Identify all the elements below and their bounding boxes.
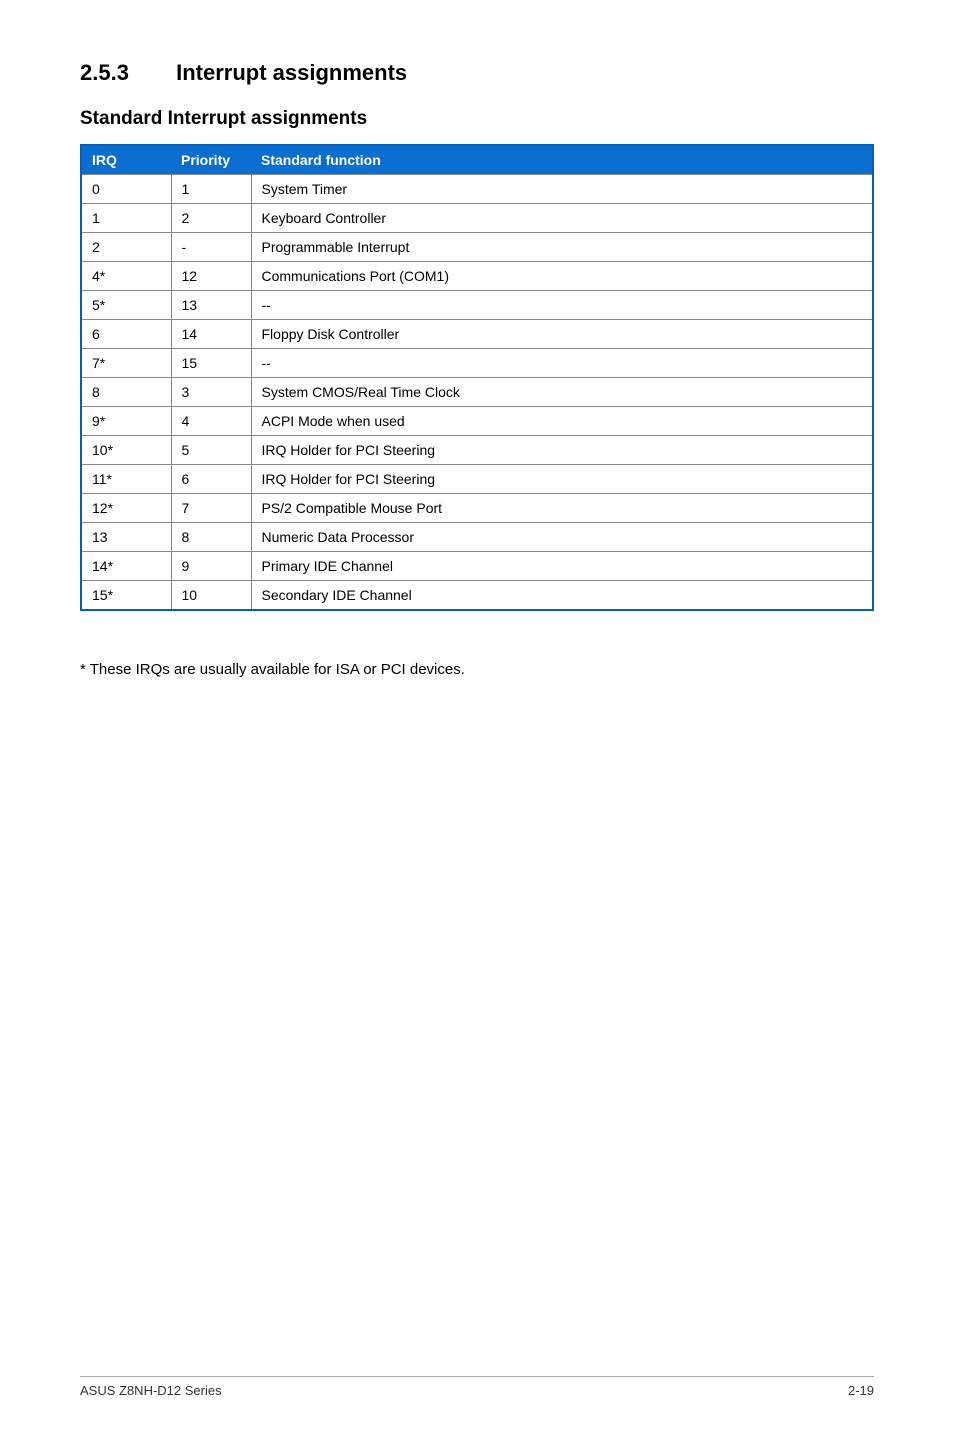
cell-priority: 6 [171, 465, 251, 494]
cell-irq: 10* [81, 436, 171, 465]
table-row: 614Floppy Disk Controller [81, 320, 873, 349]
table-row: 14*9Primary IDE Channel [81, 552, 873, 581]
cell-function: -- [251, 291, 873, 320]
sub-heading: Standard Interrupt assignments [80, 108, 874, 130]
table-row: 11*6IRQ Holder for PCI Steering [81, 465, 873, 494]
cell-irq: 15* [81, 581, 171, 611]
cell-priority: 1 [171, 175, 251, 204]
cell-priority: 7 [171, 494, 251, 523]
header-function: Standard function [251, 145, 873, 175]
table-row: 83System CMOS/Real Time Clock [81, 378, 873, 407]
table-row: 2-Programmable Interrupt [81, 233, 873, 262]
cell-priority: 13 [171, 291, 251, 320]
cell-priority: 4 [171, 407, 251, 436]
table-header-row: IRQ Priority Standard function [81, 145, 873, 175]
cell-function: IRQ Holder for PCI Steering [251, 436, 873, 465]
table-row: 5*13-- [81, 291, 873, 320]
cell-irq: 8 [81, 378, 171, 407]
table-row: 9*4ACPI Mode when used [81, 407, 873, 436]
cell-priority: 8 [171, 523, 251, 552]
table-row: 10*5IRQ Holder for PCI Steering [81, 436, 873, 465]
cell-priority: - [171, 233, 251, 262]
cell-priority: 2 [171, 204, 251, 233]
cell-function: Primary IDE Channel [251, 552, 873, 581]
cell-priority: 15 [171, 349, 251, 378]
header-irq: IRQ [81, 145, 171, 175]
cell-priority: 5 [171, 436, 251, 465]
cell-priority: 3 [171, 378, 251, 407]
cell-irq: 1 [81, 204, 171, 233]
cell-priority: 14 [171, 320, 251, 349]
cell-irq: 2 [81, 233, 171, 262]
cell-irq: 13 [81, 523, 171, 552]
cell-function: Numeric Data Processor [251, 523, 873, 552]
cell-irq: 14* [81, 552, 171, 581]
table-row: 12*7PS/2 Compatible Mouse Port [81, 494, 873, 523]
cell-function: PS/2 Compatible Mouse Port [251, 494, 873, 523]
cell-function: Secondary IDE Channel [251, 581, 873, 611]
cell-irq: 12* [81, 494, 171, 523]
page-footer: ASUS Z8NH-D12 Series 2-19 [80, 1376, 874, 1398]
header-priority: Priority [171, 145, 251, 175]
table-row: 15*10Secondary IDE Channel [81, 581, 873, 611]
section-heading: 2.5.3 Interrupt assignments [80, 60, 874, 86]
footer-left: ASUS Z8NH-D12 Series [80, 1383, 222, 1398]
section-title: Interrupt assignments [176, 60, 407, 85]
cell-irq: 11* [81, 465, 171, 494]
cell-function: -- [251, 349, 873, 378]
table-row: 138Numeric Data Processor [81, 523, 873, 552]
cell-function: System Timer [251, 175, 873, 204]
cell-function: System CMOS/Real Time Clock [251, 378, 873, 407]
cell-priority: 10 [171, 581, 251, 611]
table-row: 01System Timer [81, 175, 873, 204]
section-number: 2.5.3 [80, 60, 170, 86]
cell-irq: 5* [81, 291, 171, 320]
irq-table: IRQ Priority Standard function 01System … [80, 144, 874, 611]
table-row: 12Keyboard Controller [81, 204, 873, 233]
cell-irq: 6 [81, 320, 171, 349]
cell-priority: 12 [171, 262, 251, 291]
cell-irq: 4* [81, 262, 171, 291]
cell-function: Floppy Disk Controller [251, 320, 873, 349]
cell-function: ACPI Mode when used [251, 407, 873, 436]
footer-right: 2-19 [848, 1383, 874, 1398]
cell-function: Programmable Interrupt [251, 233, 873, 262]
footnote: * These IRQs are usually available for I… [80, 661, 874, 678]
cell-function: IRQ Holder for PCI Steering [251, 465, 873, 494]
table-row: 7*15-- [81, 349, 873, 378]
table-row: 4*12Communications Port (COM1) [81, 262, 873, 291]
cell-priority: 9 [171, 552, 251, 581]
cell-function: Keyboard Controller [251, 204, 873, 233]
cell-irq: 7* [81, 349, 171, 378]
cell-irq: 0 [81, 175, 171, 204]
cell-irq: 9* [81, 407, 171, 436]
cell-function: Communications Port (COM1) [251, 262, 873, 291]
